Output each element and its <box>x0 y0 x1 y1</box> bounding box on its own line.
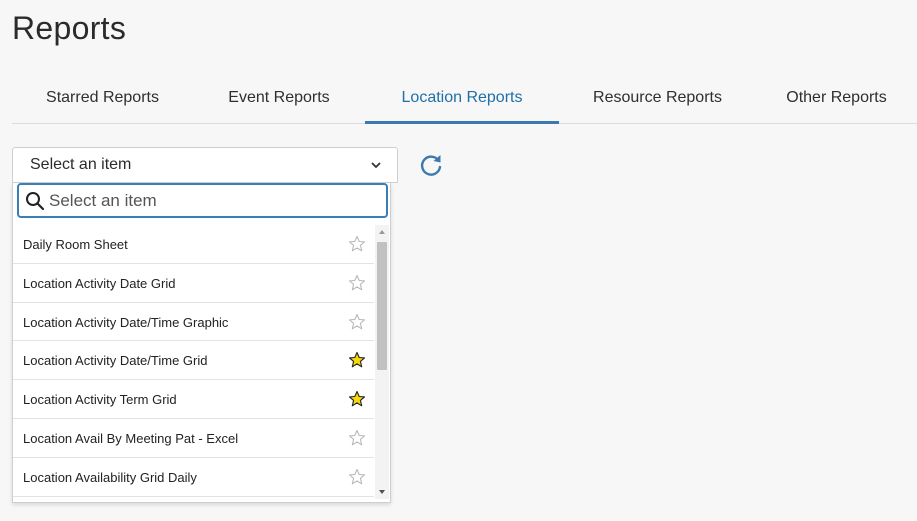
report-list-item-label: Location Activity Date/Time Graphic <box>23 314 229 330</box>
report-list-item-label: Daily Room Sheet <box>23 237 128 252</box>
tab-resource-reports[interactable]: Resource Reports <box>559 76 756 124</box>
report-list-item-label: Location Avail By Meeting Pat - Excel <box>23 430 239 446</box>
star-icon[interactable] <box>348 468 366 486</box>
report-select[interactable]: Select an item <box>12 147 398 183</box>
report-list-item[interactable]: Location Activity Term Grid <box>13 380 374 419</box>
report-list-item[interactable]: Location Activity Date/Time Graphic <box>13 303 374 342</box>
chevron-down-icon <box>371 162 381 169</box>
report-list: Daily Room Sheet Location Activity Date G… <box>13 225 374 497</box>
report-list-item[interactable]: Location Avail By Meeting Pat - Excel <box>13 419 374 458</box>
refresh-icon[interactable] <box>417 151 445 179</box>
report-list-item[interactable]: Location Activity Date/Time Grid <box>13 341 374 381</box>
report-list-item-label: Location Activity Date Grid <box>23 275 176 291</box>
report-list-item-label: Location Activity Date/Time Grid <box>23 353 208 369</box>
scrollbar-thumb[interactable] <box>377 242 387 370</box>
star-icon[interactable] <box>348 390 366 408</box>
search-icon <box>26 192 45 211</box>
scroll-down-arrow-icon[interactable] <box>375 485 389 499</box>
tab-other-reports[interactable]: Other Reports <box>756 76 917 124</box>
star-icon[interactable] <box>348 351 366 369</box>
star-icon[interactable] <box>348 235 366 253</box>
star-icon[interactable] <box>348 274 366 292</box>
tab-event-reports[interactable]: Event Reports <box>193 76 365 124</box>
tab-location-reports[interactable]: Location Reports <box>365 76 559 124</box>
page-title: Reports <box>12 10 127 46</box>
star-icon[interactable] <box>348 429 366 447</box>
report-list-item-label: Location Activity Term Grid <box>23 392 177 408</box>
tab-starred-reports[interactable]: Starred Reports <box>12 76 193 124</box>
star-icon[interactable] <box>348 313 366 331</box>
scrollbar[interactable] <box>375 225 389 499</box>
report-list-item-label: Location Availability Grid Daily <box>23 469 197 485</box>
report-dropdown: Daily Room Sheet Location Activity Date G… <box>12 183 391 503</box>
report-list-item[interactable]: Location Activity Date Grid <box>13 264 374 303</box>
report-list-item[interactable]: Location Availability Grid Daily <box>13 458 374 497</box>
scroll-up-arrow-icon[interactable] <box>375 225 389 239</box>
report-tabs: Starred Reports Event Reports Location R… <box>12 76 917 124</box>
select-value: Select an item <box>30 156 132 173</box>
report-list-item[interactable]: Daily Room Sheet <box>13 225 374 264</box>
search-box <box>17 183 388 218</box>
search-input[interactable] <box>49 188 379 213</box>
